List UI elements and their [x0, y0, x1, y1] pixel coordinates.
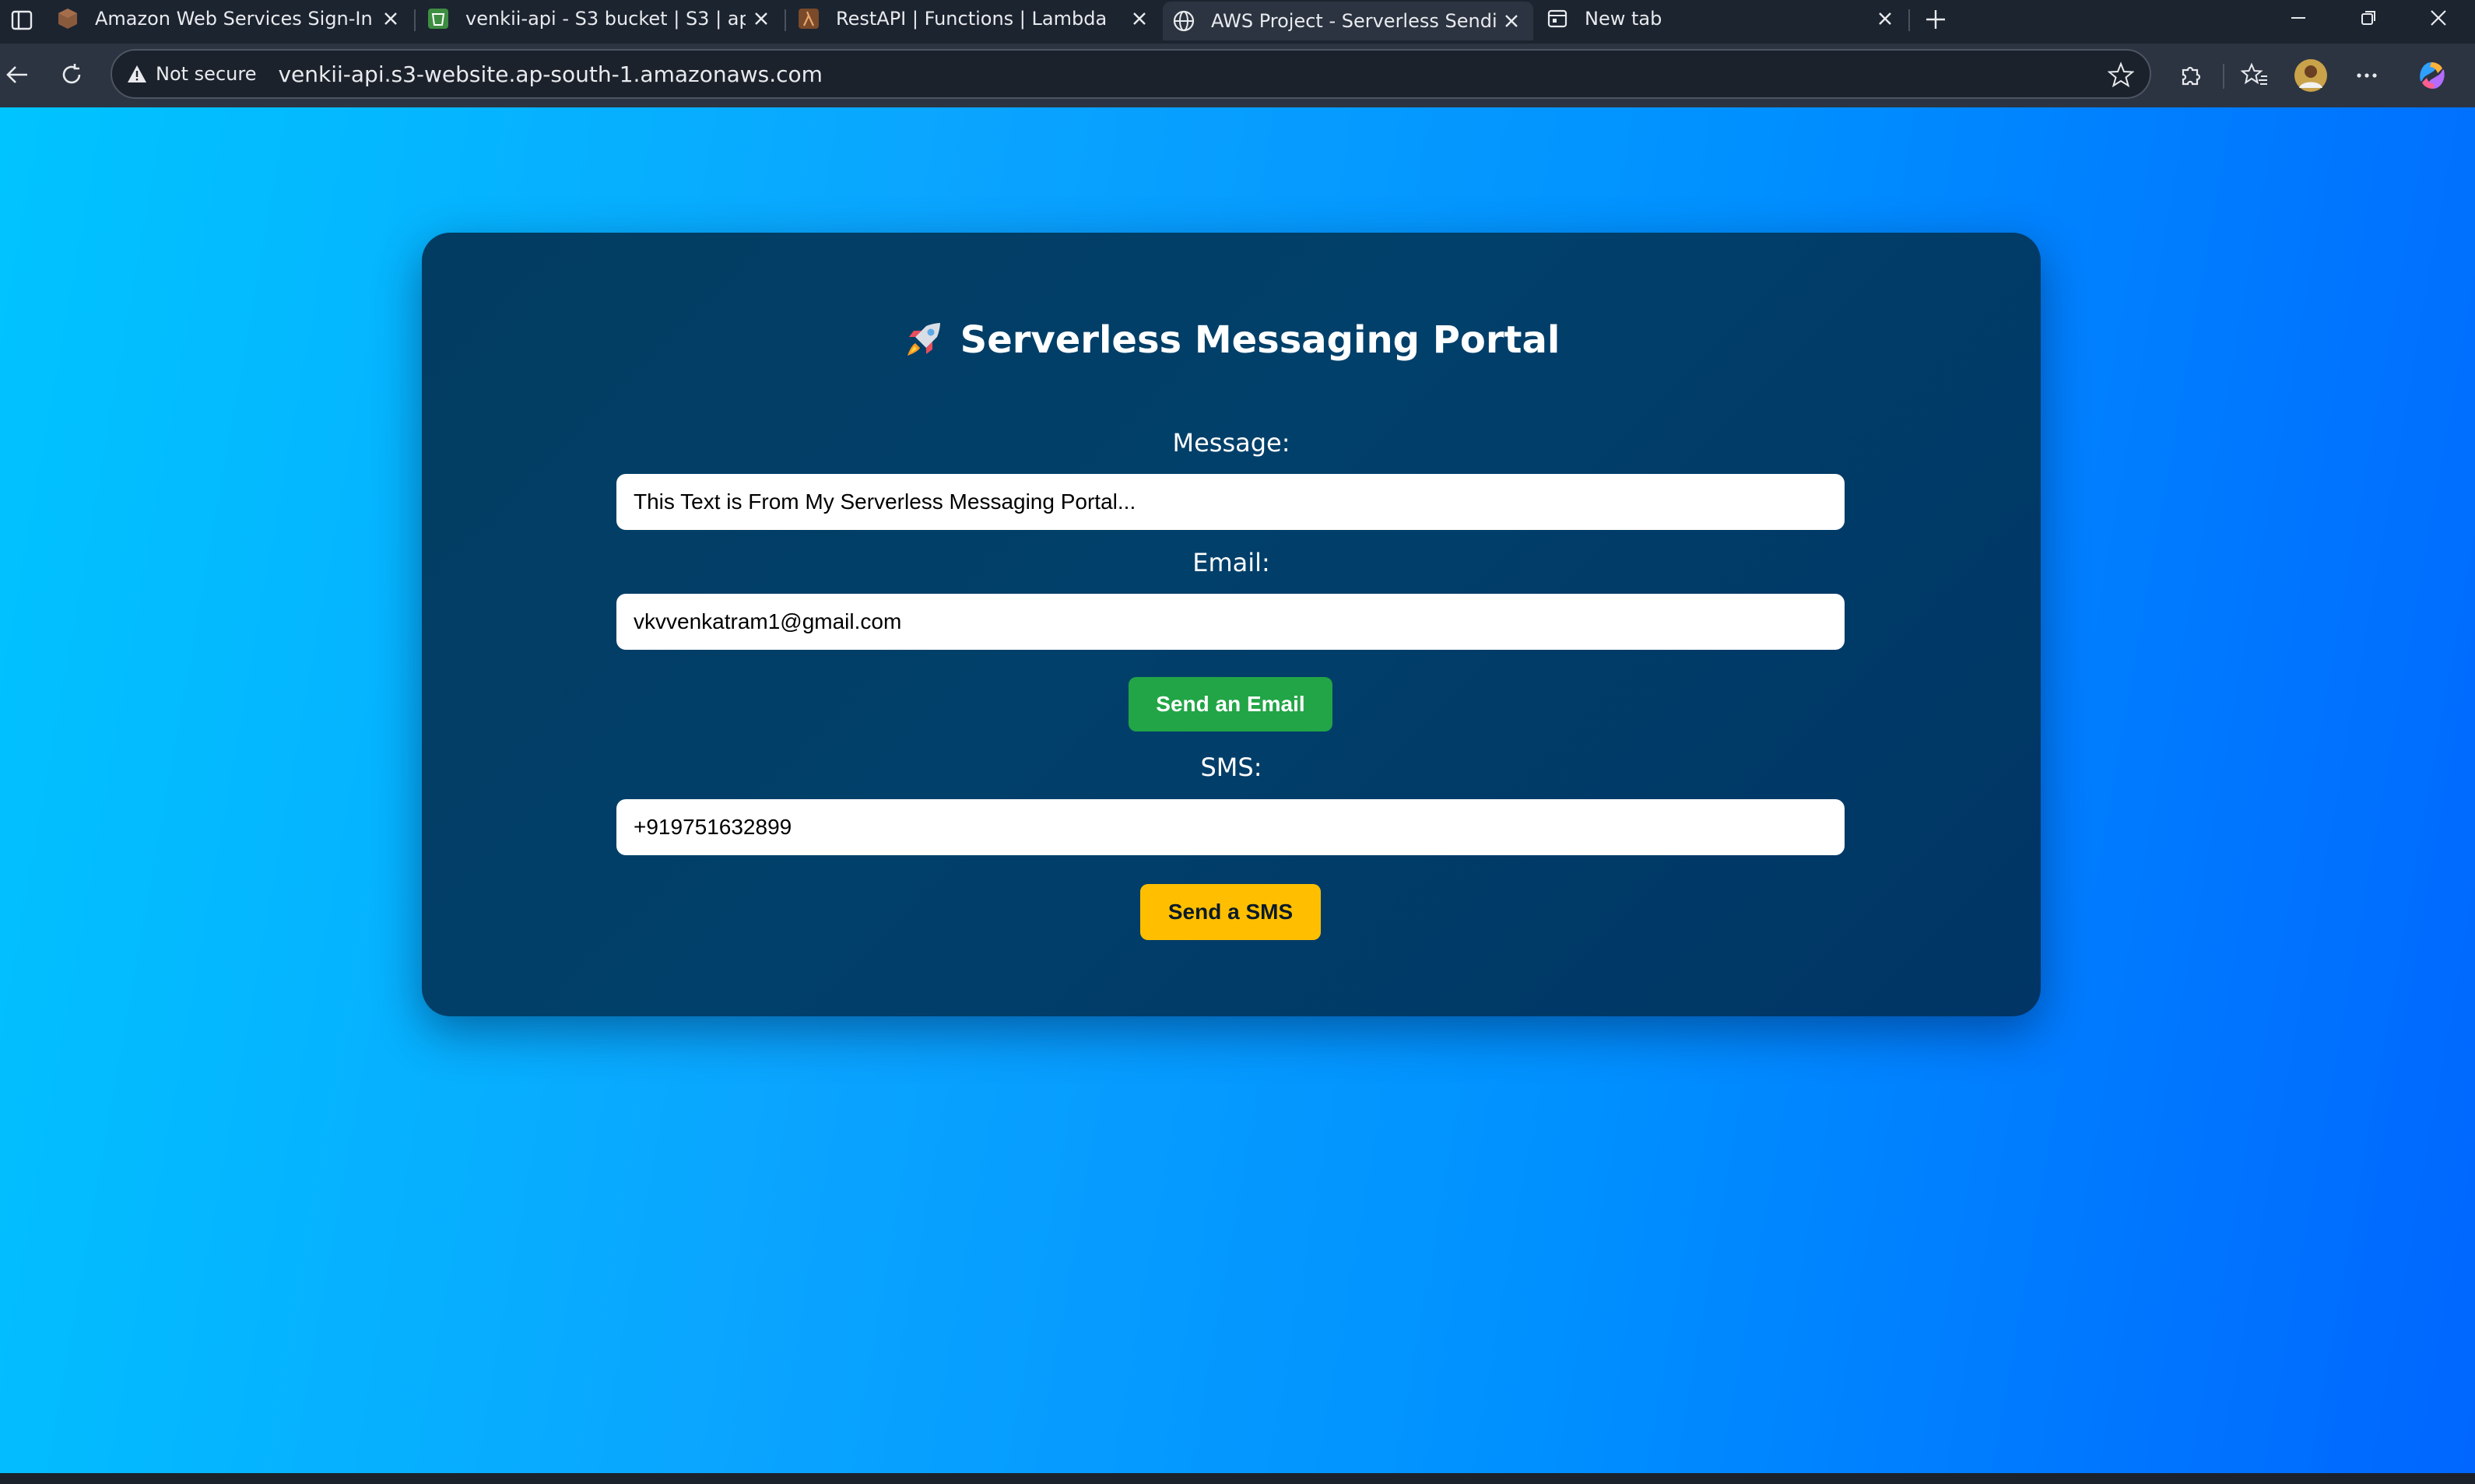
new-tab-button[interactable]: [1918, 2, 1954, 37]
tab-new-tab[interactable]: New tab: [1536, 0, 1907, 37]
url-text[interactable]: venkii-api.s3-website.ap-south-1.amazona…: [278, 61, 822, 87]
address-field[interactable]: Not secure venkii-api.s3-website.ap-sout…: [111, 49, 2151, 99]
ellipsis-icon: [2357, 73, 2377, 78]
send-sms-button[interactable]: Send a SMS: [1140, 884, 1321, 940]
toolbar-divider: [2223, 64, 2224, 89]
new-tab-page-icon: [1546, 7, 1569, 30]
copilot-button[interactable]: [2411, 54, 2453, 96]
reload-icon: [62, 64, 81, 84]
messaging-card: Serverless Messaging Portal Message: Ema…: [422, 233, 2041, 1016]
favorite-star-icon[interactable]: [2106, 60, 2136, 89]
s3-bucket-icon: [427, 7, 450, 30]
tab-title: New tab: [1585, 8, 1662, 30]
minimize-icon: [2291, 17, 2305, 19]
rocket-icon: [907, 323, 940, 356]
globe-icon: [1172, 9, 1195, 33]
sms-label: SMS:: [1200, 753, 1262, 782]
back-button[interactable]: [0, 53, 39, 96]
favorites-list-icon: [2241, 62, 2267, 85]
restore-button[interactable]: [2333, 0, 2403, 36]
favorites-button[interactable]: [2234, 54, 2276, 96]
copilot-icon: [2420, 62, 2445, 89]
tab-s3-bucket[interactable]: venkii-api - S3 bucket | S3 | ap-so: [417, 0, 783, 37]
tab-strip: Amazon Web Services Sign-In venkii-api -…: [0, 0, 2475, 44]
plus-icon: [1926, 10, 1945, 29]
tab-aws-sign-in[interactable]: Amazon Web Services Sign-In: [47, 0, 412, 37]
address-bar-row: Not secure venkii-api.s3-website.ap-sout…: [0, 44, 2475, 109]
minimize-button[interactable]: [2263, 0, 2333, 36]
email-input[interactable]: [616, 594, 1845, 650]
puzzle-icon: [2182, 66, 2201, 86]
close-tab-icon[interactable]: [1869, 3, 1901, 34]
extensions-button[interactable]: [2170, 54, 2212, 96]
email-label: Email:: [1192, 548, 1270, 577]
tab-title: Amazon Web Services Sign-In: [95, 8, 373, 30]
close-tab-icon[interactable]: [375, 3, 406, 34]
tab-actions-icon[interactable]: [5, 3, 39, 37]
page-title: Serverless Messaging Portal: [960, 318, 1560, 362]
restore-icon: [2361, 11, 2375, 25]
close-window-button[interactable]: [2403, 0, 2473, 36]
close-icon: [2431, 10, 2446, 26]
more-options-button[interactable]: [2346, 54, 2388, 96]
tab-title: venkii-api - S3 bucket | S3 | ap-so: [465, 8, 746, 30]
tab-title: RestAPI | Functions | Lambda: [836, 8, 1108, 30]
security-status[interactable]: Not secure: [156, 63, 256, 85]
close-tab-icon[interactable]: [746, 3, 777, 34]
close-tab-icon[interactable]: [1496, 5, 1527, 37]
page-title-row: Serverless Messaging Portal: [422, 318, 2041, 362]
tab-title: AWS Project - Serverless Sending: [1211, 10, 1496, 32]
tab-separator: [1908, 9, 1910, 31]
lambda-icon: [797, 7, 820, 30]
message-input[interactable]: [616, 474, 1845, 530]
close-tab-icon[interactable]: [1124, 3, 1155, 34]
tab-lambda[interactable]: RestAPI | Functions | Lambda: [788, 0, 1161, 37]
page-viewport: Serverless Messaging Portal Message: Ema…: [0, 107, 2475, 1473]
avatar: [2294, 59, 2327, 92]
tab-separator: [785, 9, 786, 31]
taskbar-edge: [0, 1473, 2475, 1484]
send-email-button[interactable]: Send an Email: [1129, 677, 1332, 731]
message-label: Message:: [1172, 428, 1290, 458]
tab-separator: [414, 9, 416, 31]
tab-aws-project[interactable]: AWS Project - Serverless Sending: [1163, 2, 1533, 40]
back-arrow-icon: [6, 66, 27, 83]
sms-input[interactable]: [616, 799, 1845, 855]
aws-cube-icon: [56, 7, 79, 30]
profile-button[interactable]: [2290, 54, 2332, 96]
warning-icon[interactable]: [125, 61, 149, 86]
reload-button[interactable]: [50, 53, 93, 96]
